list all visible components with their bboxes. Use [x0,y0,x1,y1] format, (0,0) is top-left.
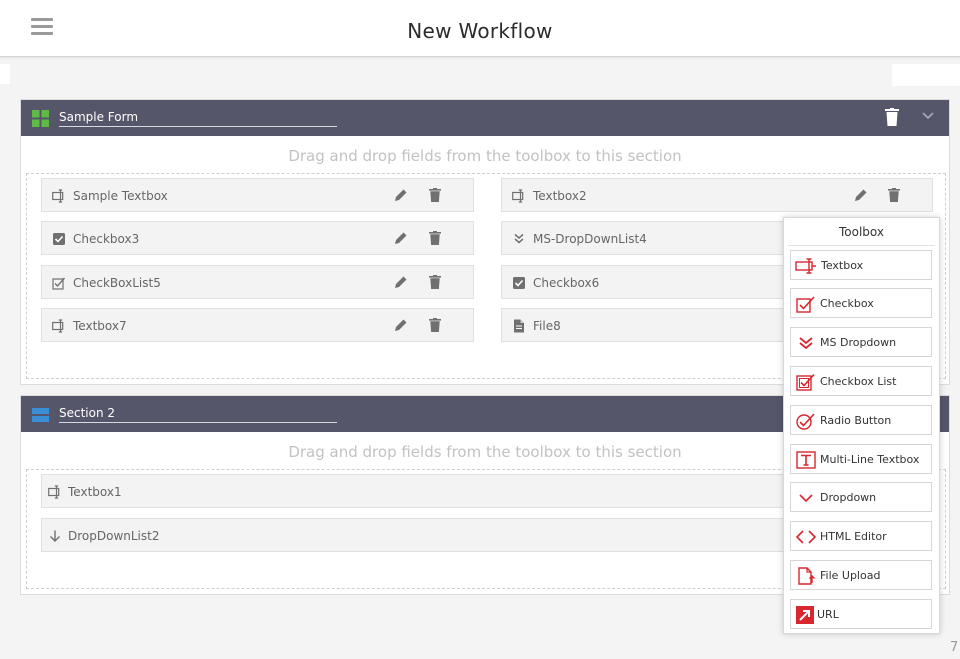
toolbox-divider [788,245,935,246]
tool-html-editor[interactable]: HTML Editor [790,521,932,551]
delete-section-icon[interactable] [885,108,899,126]
tool-dropdown[interactable]: Dropdown [790,482,932,512]
checkbox-icon [53,233,65,245]
drop-hint-text: Drag and drop fields from the toolbox to… [288,147,682,165]
field-label: DropDownList2 [68,529,160,543]
field-label: MS-DropDownList4 [533,232,647,246]
textbox-icon [52,189,64,203]
field-ms-dropdownlist4[interactable]: MS-DropDownList4 [501,221,801,255]
toolbox-panel: Toolbox Textbox Checkbox MS Dropdown Che… [783,217,940,634]
edit-field-icon[interactable] [394,318,408,332]
field-label: Sample Textbox [73,189,168,203]
tool-label: Checkbox List [820,375,897,388]
field-textbox7[interactable]: Textbox7 [41,308,474,342]
field-checkbox6[interactable]: Checkbox6 [501,265,801,299]
field-textbox2[interactable]: Textbox2 [501,178,933,212]
double-chevron-icon [799,337,813,350]
textbox-icon [512,189,524,203]
arrow-down-icon [50,530,60,542]
field-label: Textbox7 [73,319,127,333]
tool-label: HTML Editor [820,530,887,543]
left-strip [0,64,10,84]
toolbox-title: Toolbox [839,225,884,239]
checkbox-icon [513,277,525,289]
tool-label: Dropdown [820,491,877,504]
field-sample-textbox[interactable]: Sample Textbox [41,178,474,212]
page-number: 7 [950,640,959,655]
section-title-input[interactable]: Sample Form [59,110,337,127]
tool-ms-dropdown[interactable]: MS Dropdown [790,327,932,357]
checkbox-icon [796,296,815,313]
delete-field-icon[interactable] [888,188,900,202]
page-title: New Workflow [407,19,553,43]
delete-field-icon[interactable] [429,188,441,202]
textbox-icon [795,258,816,274]
double-chevron-icon [514,233,524,244]
field-checkboxlist5[interactable]: CheckBoxList5 [41,265,474,299]
grid-icon [32,110,49,127]
field-label: Checkbox3 [73,232,140,246]
field-label: CheckBoxList5 [73,276,161,290]
tool-textbox[interactable]: Textbox [790,250,932,280]
chevron-down-icon [799,494,813,503]
field-file8[interactable]: File8 [501,308,801,342]
delete-field-icon[interactable] [429,231,441,245]
field-label: Checkbox6 [533,276,600,290]
section-icon [32,408,49,422]
textbox-icon [48,485,60,499]
delete-field-icon[interactable] [429,275,441,289]
tool-checkbox[interactable]: Checkbox [790,288,932,318]
edit-field-icon[interactable] [854,188,868,202]
section-header: Sample Form [21,100,949,136]
tool-radio-button[interactable]: Radio Button [790,405,932,435]
edit-field-icon[interactable] [394,275,408,289]
tool-file-upload[interactable]: File Upload [790,560,932,590]
field-checkbox3[interactable]: Checkbox3 [41,221,474,255]
tool-label: Radio Button [820,414,892,427]
file-icon [514,319,524,333]
tool-label: Textbox [821,259,864,272]
edit-field-icon[interactable] [394,231,408,245]
field-label: Textbox1 [68,485,122,499]
field-label: File8 [533,319,561,333]
tool-label: Checkbox [820,297,874,310]
right-strip [892,64,960,86]
top-bar: New Workflow [0,0,960,57]
section-title-input[interactable]: Section 2 [59,406,337,423]
link-icon [796,606,814,624]
textbox-icon [52,319,64,333]
multiline-text-icon [796,451,816,469]
tool-checkbox-list[interactable]: Checkbox List [790,366,932,396]
field-label: Textbox2 [533,189,587,203]
tool-label: File Upload [820,569,881,582]
chevron-down-icon[interactable] [921,111,935,121]
file-upload-icon [798,567,815,585]
code-icon [795,530,817,544]
tool-url[interactable]: URL [790,599,932,629]
edit-field-icon[interactable] [394,188,408,202]
tool-label: Multi-Line Textbox [820,453,920,466]
field-dropdownlist2[interactable]: DropDownList2 [41,518,801,552]
field-textbox1[interactable]: Textbox1 [41,474,801,508]
tool-multi-line-textbox[interactable]: Multi-Line Textbox [790,444,932,474]
tool-label: MS Dropdown [820,336,897,349]
tool-label: URL [817,608,839,621]
radio-button-icon [796,413,815,430]
checkbox-list-icon [52,277,66,290]
delete-field-icon[interactable] [429,318,441,332]
checkbox-list-icon [796,373,815,391]
